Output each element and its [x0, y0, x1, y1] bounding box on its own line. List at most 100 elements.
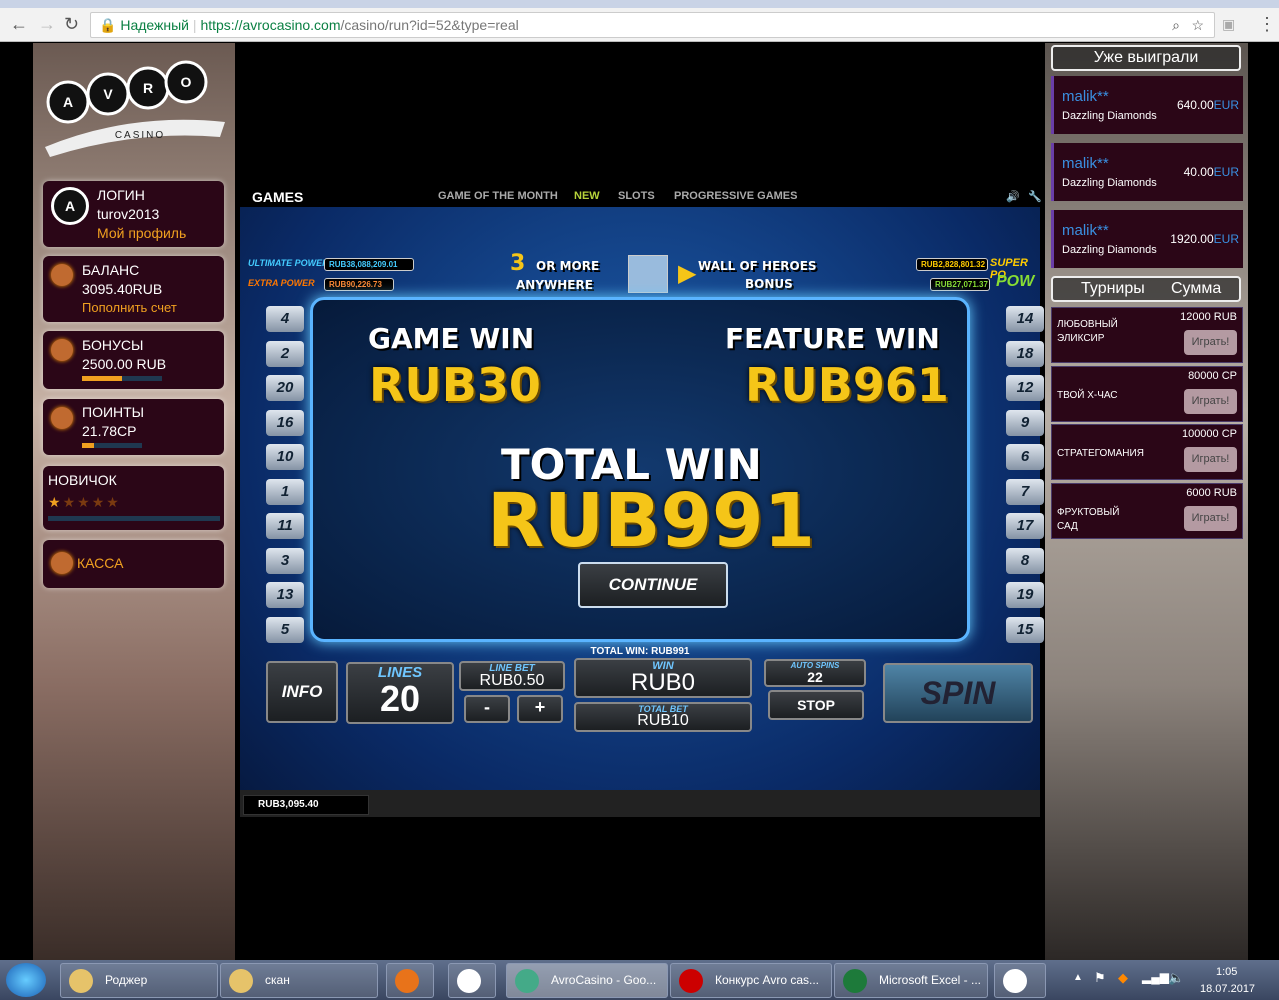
cashier-label: КАССА	[77, 555, 124, 571]
taskbar-item[interactable]: Роджер	[60, 963, 218, 998]
payline-left[interactable]: 2	[266, 340, 304, 367]
taskbar-item[interactable]	[448, 963, 496, 998]
settings-wrench-icon[interactable]: 🔧	[1028, 190, 1042, 203]
start-button[interactable]	[6, 963, 46, 997]
spin-button[interactable]: SPIN	[883, 663, 1033, 723]
extension-icon[interactable]: ▣	[1222, 16, 1235, 33]
auto-spins-value: 22	[807, 669, 823, 685]
flag-icon[interactable]: ⚑	[1094, 970, 1106, 986]
play-button[interactable]: Играть!	[1184, 505, 1237, 531]
menu-icon[interactable]: ⋮	[1258, 14, 1276, 35]
payline-right[interactable]: 19	[1006, 582, 1044, 608]
back-icon[interactable]: ←	[10, 14, 28, 35]
star-icon[interactable]: ☆	[1191, 13, 1204, 37]
play-button[interactable]: Играть!	[1184, 388, 1237, 414]
coins-icon	[51, 552, 73, 574]
winner-game[interactable]: Dazzling Diamonds	[1062, 177, 1157, 189]
arrow-icon: ▶	[678, 260, 697, 287]
winners-title: Уже выиграли	[1051, 45, 1241, 71]
total-win-strip: TOTAL WIN: RUB991	[590, 646, 690, 657]
taskbar-item[interactable]: Конкурс Avro cas...	[670, 963, 832, 998]
winner-game[interactable]: Dazzling Diamonds	[1062, 110, 1157, 122]
win-display: WIN RUB0	[574, 658, 752, 698]
reload-icon[interactable]: ↻	[64, 14, 79, 35]
svg-text:O: O	[181, 74, 192, 90]
volume-icon[interactable]: 🔈	[1168, 970, 1184, 986]
payline-right[interactable]: 9	[1006, 409, 1044, 436]
zoom-icon[interactable]: ⌕	[1172, 13, 1180, 37]
winner-user: malik**	[1062, 88, 1109, 105]
payline-right[interactable]: 15	[1006, 616, 1044, 643]
payline-right[interactable]: 8	[1006, 547, 1044, 574]
winner-game[interactable]: Dazzling Diamonds	[1062, 244, 1157, 256]
nav-progressive[interactable]: PROGRESSIVE GAMES	[674, 190, 797, 202]
coins-icon	[51, 407, 73, 429]
stop-button[interactable]: STOP	[768, 690, 864, 720]
login-title: ЛОГИН	[97, 187, 145, 203]
payline-right[interactable]: 17	[1006, 513, 1044, 539]
signal-icon[interactable]: ▂▄▆	[1142, 970, 1169, 984]
antivirus-icon[interactable]: ◆	[1118, 970, 1128, 986]
game-win-label: GAME WIN	[368, 322, 535, 355]
forward-icon[interactable]: →	[38, 14, 56, 35]
bet-minus-button[interactable]: -	[464, 695, 510, 723]
balance-card: БАЛАНС 3095.40RUB Пополнить счет	[43, 256, 224, 322]
app-icon	[69, 969, 93, 993]
payline-right[interactable]: 14	[1006, 306, 1044, 332]
winner-amount: 1920.00	[1170, 232, 1214, 246]
bonus-line2: ANYWHERE	[516, 278, 593, 292]
line-bet-display: LINE BET RUB0.50	[459, 661, 565, 691]
nav-new[interactable]: NEW	[574, 190, 600, 202]
win-summary-panel: GAME WIN RUB30 FEATURE WIN RUB961 TOTAL …	[310, 297, 970, 642]
tournament-name: ЛЮБОВНЫЙ ЭЛИКСИР	[1057, 319, 1118, 344]
payline-left[interactable]: 1	[266, 478, 304, 505]
deposit-link[interactable]: Пополнить счет	[82, 300, 177, 315]
nav-slots[interactable]: SLOTS	[618, 190, 655, 202]
clock-time[interactable]: 1:05	[1216, 966, 1237, 978]
winner-currency: EUR	[1213, 98, 1239, 112]
payline-left[interactable]: 16	[266, 409, 304, 436]
play-button[interactable]: Играть!	[1184, 330, 1237, 355]
tournaments-title: Турниры	[1081, 280, 1145, 297]
payline-right[interactable]: 6	[1006, 444, 1044, 470]
taskbar-item[interactable]	[994, 963, 1046, 998]
winner-user: malik**	[1062, 155, 1109, 172]
nav-game-of-month[interactable]: GAME OF THE MONTH	[438, 190, 558, 202]
feature-win-value: RUB961	[745, 358, 949, 412]
payline-right[interactable]: 18	[1006, 340, 1044, 367]
url-input[interactable]: 🔒 Надежный | https://avrocasino.com/casi…	[90, 12, 1215, 38]
win-value: RUB0	[630, 669, 696, 696]
payline-left[interactable]: 5	[266, 616, 304, 643]
clock-date[interactable]: 18.07.2017	[1200, 983, 1255, 995]
payline-left[interactable]: 10	[266, 444, 304, 470]
continue-button[interactable]: CONTINUE	[578, 562, 728, 608]
username: turov2013	[97, 206, 160, 222]
payline-right[interactable]: 12	[1006, 375, 1044, 401]
sound-icon[interactable]: 🔊	[1006, 190, 1020, 203]
tray-expand-icon[interactable]: ▲	[1073, 972, 1083, 983]
cashier-button[interactable]: КАССА	[43, 540, 224, 588]
info-button[interactable]: INFO	[266, 661, 338, 723]
payline-right[interactable]: 7	[1006, 478, 1044, 505]
taskbar-item[interactable]	[386, 963, 434, 998]
payline-left[interactable]: 20	[266, 375, 304, 401]
taskbar-item[interactable]: Microsoft Excel - ...	[834, 963, 988, 998]
tournament-name: ТВОЙ Х-ЧАС	[1057, 389, 1118, 401]
bet-plus-button[interactable]: +	[517, 695, 563, 723]
star-icon: ★	[48, 494, 63, 510]
auto-spins-display: AUTO SPINS 22	[764, 659, 866, 687]
taskbar-item[interactable]: скан	[220, 963, 378, 998]
payline-left[interactable]: 4	[266, 306, 304, 332]
play-button[interactable]: Играть!	[1184, 447, 1237, 472]
profile-link[interactable]: Мой профиль	[97, 225, 186, 241]
payline-left[interactable]: 11	[266, 513, 304, 539]
tournament-item: ФРУКТОВЫЙ САД 6000 RUB Играть!	[1051, 482, 1243, 539]
taskbar-item[interactable]: AvroCasino - Goo...	[506, 963, 668, 998]
casino-logo[interactable]: A V R O CASINO	[40, 52, 230, 162]
payline-left[interactable]: 3	[266, 547, 304, 574]
winner-user: malik**	[1062, 222, 1109, 239]
payline-left[interactable]: 13	[266, 582, 304, 608]
tournament-item: ТВОЙ Х-ЧАС 80000 CP Играть!	[1051, 365, 1243, 422]
bonus-target2: BONUS	[745, 277, 793, 291]
power-logo: POW	[996, 273, 1035, 290]
